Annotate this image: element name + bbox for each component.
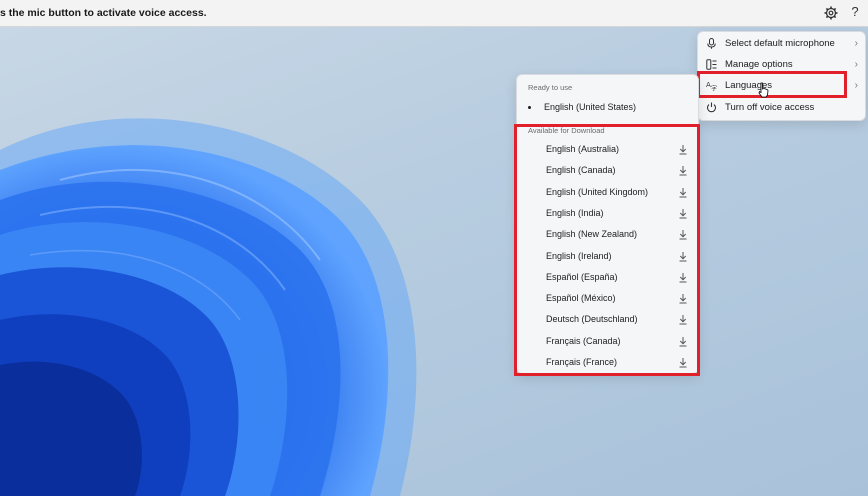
- microphone-icon: [707, 38, 716, 49]
- gear-icon[interactable]: [824, 6, 838, 20]
- menu-item-turn-off-voice-access[interactable]: Turn off voice access: [698, 97, 865, 118]
- voice-access-status-message: s the mic button to activate voice acces…: [0, 7, 207, 19]
- download-list-highlight-box: [514, 124, 700, 376]
- menu-item-label: Turn off voice access: [725, 102, 815, 113]
- ready-to-use-header: Ready to use: [528, 83, 573, 92]
- help-button[interactable]: ?: [848, 4, 862, 19]
- menu-item-select-microphone[interactable]: Select default microphone ›: [698, 33, 865, 54]
- language-item-installed[interactable]: English (United States): [528, 102, 636, 112]
- chevron-right-icon: ›: [854, 38, 858, 49]
- selected-dot-icon: [528, 106, 531, 110]
- power-icon: [706, 102, 717, 113]
- voice-access-bar: s the mic button to activate voice acces…: [0, 0, 868, 27]
- menu-item-label: Select default microphone: [725, 38, 835, 49]
- chevron-right-icon: ›: [854, 80, 858, 91]
- languages-highlight-box: [697, 71, 847, 98]
- language-label: English (United States): [544, 102, 637, 112]
- mouse-cursor-icon: [758, 82, 769, 98]
- manage-options-icon: [706, 59, 717, 70]
- chevron-right-icon: ›: [854, 59, 858, 70]
